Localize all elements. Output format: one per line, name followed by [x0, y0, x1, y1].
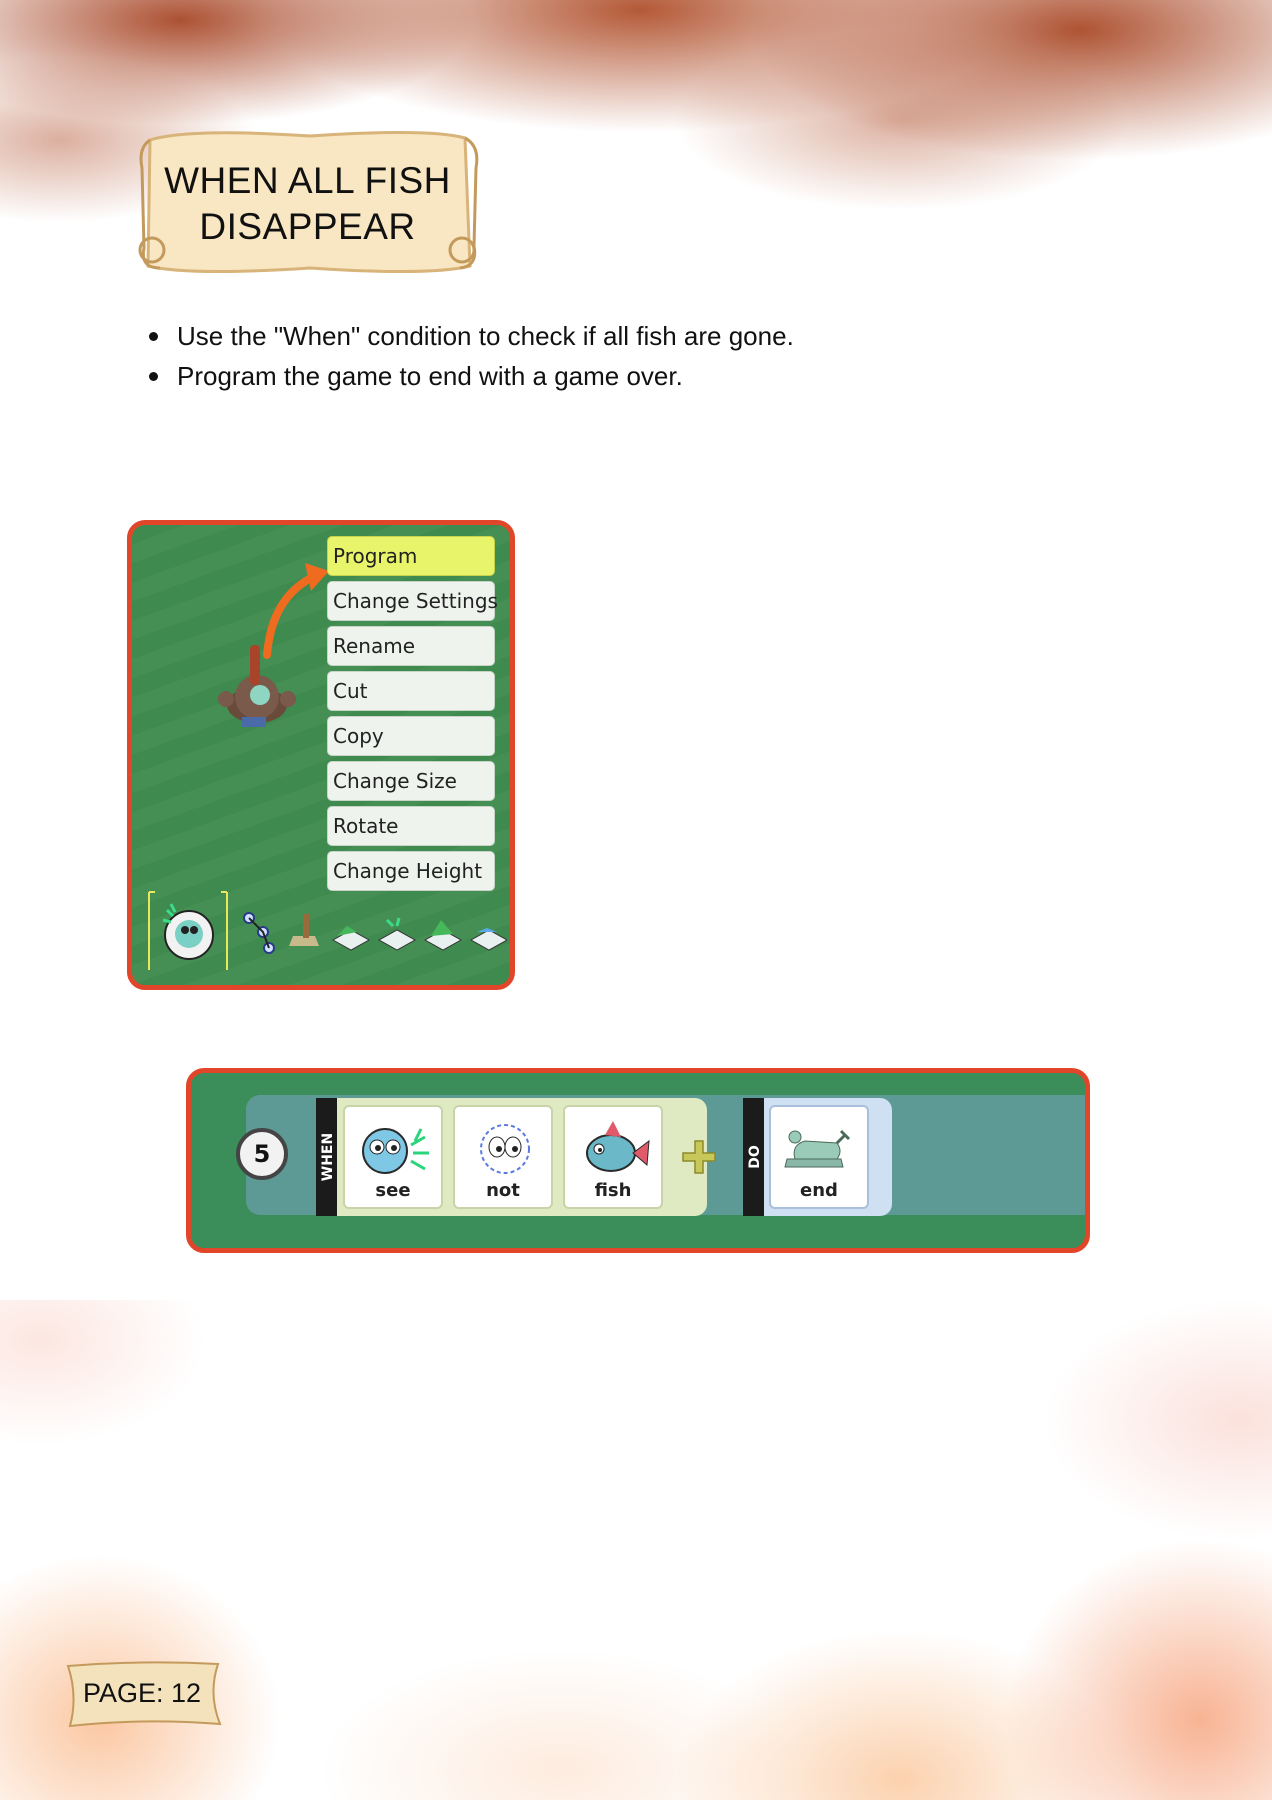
menu-item-program[interactable]: Program — [327, 536, 495, 576]
context-menu-screenshot: Program Change Settings Rename Cut Copy … — [127, 520, 515, 990]
context-menu: Program Change Settings Rename Cut Copy … — [327, 536, 498, 896]
list-item: Program the game to end with a game over… — [145, 356, 794, 396]
fish-icon — [586, 1121, 650, 1172]
not-tile[interactable]: not — [453, 1105, 553, 1209]
paint-brush-icon[interactable] — [289, 914, 319, 946]
list-item: Use the "When" condition to check if all… — [145, 316, 794, 356]
end-tile[interactable]: end — [769, 1105, 869, 1209]
path-tool-icon[interactable] — [243, 912, 275, 954]
not-eye-icon — [480, 1124, 530, 1174]
page-number: PAGE: 12 — [82, 1678, 202, 1708]
terrain-hill-icon[interactable] — [423, 920, 463, 951]
rule-number: 5 — [236, 1128, 288, 1180]
fish-tile[interactable]: fish — [563, 1105, 663, 1209]
page-number-scroll: PAGE: 12 — [58, 1660, 226, 1730]
menu-item-cut[interactable]: Cut — [327, 671, 495, 711]
end-chess-king-icon — [784, 1129, 851, 1168]
water-icon[interactable] — [469, 928, 509, 951]
page-title: WHEN ALL FISH DISAPPEAR — [164, 160, 451, 247]
spawner-object-icon — [218, 645, 296, 727]
title-scroll-banner: WHEN ALL FISH DISAPPEAR — [130, 128, 485, 276]
see-eye-icon — [362, 1128, 429, 1174]
see-tile[interactable]: see — [343, 1105, 443, 1209]
program-rule-screenshot: 5 WHEN see not fish DO end — [186, 1068, 1090, 1253]
menu-item-rename[interactable]: Rename — [327, 626, 495, 666]
menu-item-change-settings[interactable]: Change Settings — [327, 581, 498, 621]
menu-item-rotate[interactable]: Rotate — [327, 806, 495, 846]
tool-toolbar — [147, 890, 509, 973]
terrain-add-icon[interactable] — [331, 926, 371, 951]
instruction-list: Use the "When" condition to check if all… — [145, 316, 794, 396]
plus-icon[interactable] — [681, 1137, 717, 1177]
menu-item-copy[interactable]: Copy — [327, 716, 495, 756]
menu-item-change-size[interactable]: Change Size — [327, 761, 495, 801]
terrain-smooth-icon[interactable] — [377, 917, 417, 951]
kodu-character-icon[interactable] — [148, 891, 228, 973]
menu-item-change-height[interactable]: Change Height — [327, 851, 495, 891]
